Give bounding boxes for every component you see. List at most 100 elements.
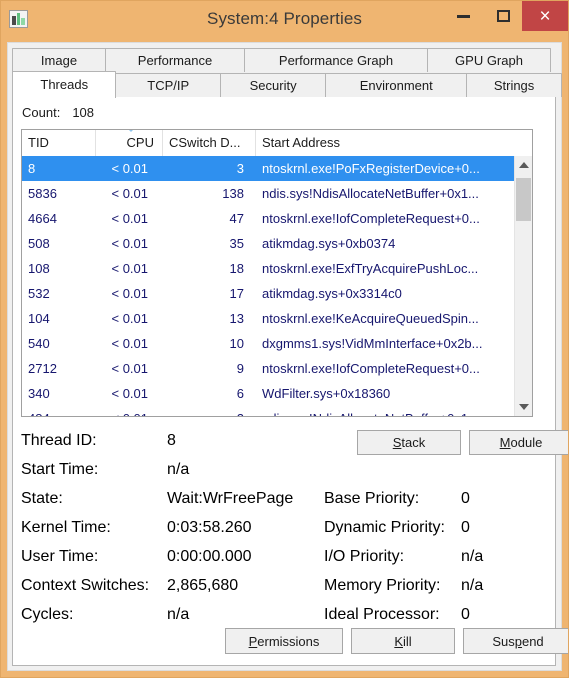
module-button-post: odule (510, 435, 543, 450)
table-row[interactable]: 340 < 0.01 6 WdFilter.sys+0x18360 (22, 381, 514, 406)
stack-button-post: tack (401, 435, 426, 450)
scroll-down-button[interactable] (515, 398, 532, 416)
cell-tid: 484 (22, 411, 96, 416)
table-row[interactable]: 540 < 0.01 10 dxgmms1.sys!VidMmInterface… (22, 331, 514, 356)
minimize-button[interactable] (442, 1, 484, 31)
label-ideal-processor: Ideal Processor: (324, 606, 440, 623)
permissions-button[interactable]: Permissions (225, 628, 343, 654)
client-area: Image Performance Performance Graph GPU … (7, 42, 568, 671)
scroll-up-button[interactable] (515, 156, 532, 174)
properties-window: System:4 Properties × Image Performance … (0, 0, 569, 678)
maximize-icon (496, 10, 510, 22)
maximize-button[interactable] (482, 1, 524, 31)
cell-cpu: < 0.01 (111, 211, 148, 226)
cell-tid: 8 (28, 161, 36, 176)
table-row[interactable]: 108 < 0.01 18 ntoskrnl.exe!ExfTryAcquire… (22, 256, 514, 281)
tab-tcpip[interactable]: TCP/IP (115, 73, 221, 97)
cell-start: ntoskrnl.exe!ExfTryAcquirePushLoc... (262, 261, 479, 276)
label-dynamic-priority: Dynamic Priority: (324, 519, 445, 536)
suspend-button-post: end (521, 633, 544, 649)
thread-details: Thread ID: 8 Start Time: n/a State: Wait… (21, 428, 568, 657)
threads-tab-page: Count: 108 TID CPU CSwitch D... Start Ad… (12, 95, 568, 666)
cell-tid: 532 (28, 286, 50, 301)
label-io-priority: I/O Priority: (324, 548, 405, 565)
close-button[interactable]: × (522, 1, 568, 31)
value-context-switches: 2,865,680 (167, 577, 239, 594)
label-user-time: User Time: (21, 548, 99, 565)
kill-button-accel: K (394, 633, 403, 649)
cell-cswitch: 2 (163, 411, 256, 416)
process-explorer-icon (9, 10, 28, 28)
tab-threads[interactable]: Threads (12, 71, 117, 98)
tab-security[interactable]: Security (219, 73, 327, 97)
tab-strip: Image Performance Performance Graph GPU … (8, 43, 562, 98)
thread-count-value: 108 (72, 105, 95, 120)
cell-start: ntoskrnl.exe!IofCompleteRequest+0... (262, 211, 480, 226)
cell-tid: 104 (28, 311, 50, 326)
cell-cswitch: 13 (229, 311, 244, 326)
stack-button[interactable]: Stack (357, 430, 461, 455)
value-ideal-processor: 0 (461, 606, 470, 623)
cell-start: ntoskrnl.exe!IofCompleteRequest+0... (262, 361, 480, 376)
table-row[interactable]: 508 < 0.01 35 atikmdag.sys+0xb0374 (22, 231, 514, 256)
minimize-icon (456, 14, 470, 18)
threads-list[interactable]: TID CPU CSwitch D... Start Address 8 < 0… (21, 129, 533, 417)
column-header-cswitch[interactable]: CSwitch D... (163, 130, 256, 156)
scrollbar-thumb[interactable] (516, 178, 531, 221)
cell-cpu: < 0.01 (111, 236, 148, 251)
cell-tid: 340 (28, 386, 50, 401)
tab-performance[interactable]: Performance (105, 48, 245, 72)
cell-start: WdFilter.sys+0x18360 (262, 386, 391, 401)
kill-button[interactable]: Kill (351, 628, 455, 654)
cell-cswitch: 47 (229, 211, 244, 226)
cell-cswitch: 3 (236, 161, 244, 176)
cell-cpu: < 0.01 (111, 186, 148, 201)
tab-strings[interactable]: Strings (466, 73, 562, 97)
cell-start: ndis.sys!NdisAllocateNetBuffer+0x1... (256, 411, 514, 416)
table-row[interactable]: 5836 < 0.01 138 ndis.sys!NdisAllocateNet… (22, 181, 514, 206)
chevron-down-icon (518, 404, 529, 410)
value-kernel-time: 0:03:58.260 (167, 519, 252, 536)
tab-environment[interactable]: Environment (325, 73, 468, 97)
cell-cpu: < 0.01 (111, 361, 148, 376)
threads-list-body: 8 < 0.01 3 ntoskrnl.exe!PoFxRegisterDevi… (22, 156, 514, 416)
suspend-button[interactable]: Suspend (463, 628, 568, 654)
cell-cpu: < 0.01 (111, 261, 148, 276)
cell-cswitch: 138 (222, 186, 244, 201)
value-state: Wait:WrFreePage (167, 490, 294, 507)
label-kernel-time: Kernel Time: (21, 519, 111, 536)
column-header-tid[interactable]: TID (22, 130, 96, 156)
title-bar: System:4 Properties × (1, 1, 568, 42)
table-row[interactable]: 4664 < 0.01 47 ntoskrnl.exe!IofCompleteR… (22, 206, 514, 231)
cell-start: dxgmms1.sys!VidMmInterface+0x2b... (262, 336, 483, 351)
tab-performance-graph[interactable]: Performance Graph (244, 48, 428, 72)
label-cycles: Cycles: (21, 606, 74, 623)
value-start-time: n/a (167, 461, 190, 478)
kill-button-post: ill (403, 633, 412, 649)
cell-start: atikmdag.sys+0x3314c0 (262, 286, 402, 301)
vertical-scrollbar[interactable] (514, 156, 532, 416)
permissions-button-post: ermissions (257, 633, 320, 649)
chevron-up-icon (518, 162, 529, 168)
tab-image[interactable]: Image (12, 48, 106, 72)
cell-cswitch: 10 (229, 336, 244, 351)
column-header-cpu-label: CPU (126, 135, 154, 150)
table-row[interactable]: 104 < 0.01 13 ntoskrnl.exe!KeAcquireQueu… (22, 306, 514, 331)
cell-tid: 2712 (28, 361, 57, 376)
cell-cpu: < 0.01 (111, 161, 148, 176)
tab-gpu-graph[interactable]: GPU Graph (427, 48, 551, 72)
table-row[interactable]: 2712 < 0.01 9 ntoskrnl.exe!IofCompleteRe… (22, 356, 514, 381)
value-io-priority: n/a (461, 548, 484, 565)
table-row[interactable]: 8 < 0.01 3 ntoskrnl.exe!PoFxRegisterDevi… (22, 156, 514, 181)
cell-start: ntoskrnl.exe!KeAcquireQueuedSpin... (262, 311, 479, 326)
module-button[interactable]: Module (469, 430, 568, 455)
table-row[interactable]: 532 < 0.01 17 atikmdag.sys+0x3314c0 (22, 281, 514, 306)
label-context-switches: Context Switches: (21, 577, 150, 594)
column-header-cpu[interactable]: CPU (96, 130, 163, 156)
table-row[interactable]: 484 < 0.01 2 ndis.sys!NdisAllocateNetBuf… (22, 406, 514, 416)
column-header-start-address[interactable]: Start Address (256, 130, 532, 156)
value-cycles: n/a (167, 606, 190, 623)
label-thread-id: Thread ID: (21, 432, 97, 449)
thread-count: Count: 108 (22, 105, 94, 120)
cell-start: ntoskrnl.exe!PoFxRegisterDevice+0... (262, 161, 480, 176)
